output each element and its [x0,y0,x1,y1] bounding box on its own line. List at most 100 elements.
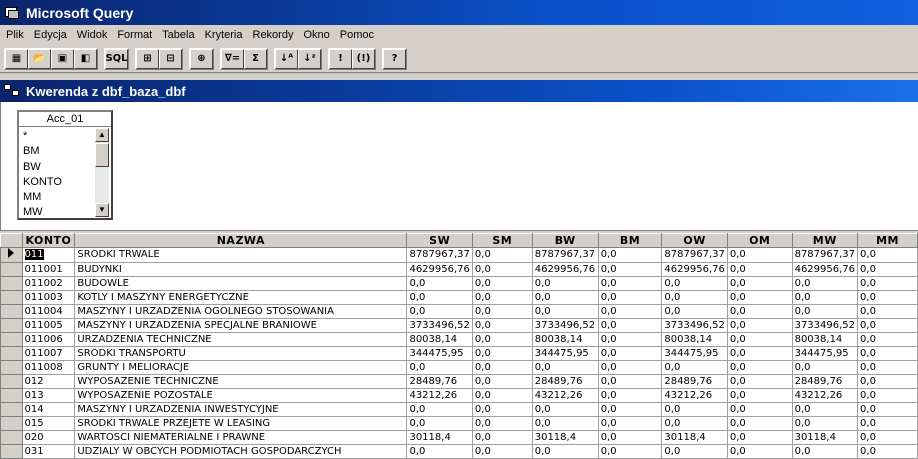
cell-konto[interactable]: 011007 [21,346,76,361]
cell-nazwa[interactable]: UDZIALY W OBCYCH PODMIOTACH GOSPODARCZYC… [74,444,408,459]
cell-mw[interactable]: 344475,95 [791,346,859,361]
row-selector[interactable] [0,262,23,277]
cell-mm[interactable]: 0,0 [857,290,918,305]
cell-mm[interactable]: 0,0 [857,374,918,389]
sql-icon[interactable]: SQL [105,48,128,69]
cell-mm[interactable]: 0,0 [857,360,918,375]
cell-bm[interactable]: 0,0 [597,374,663,389]
return-data-icon[interactable]: ◧ [74,48,97,69]
menu-widok[interactable]: Widok [73,29,114,41]
cell-nazwa[interactable]: URZADZENIA TECHNICZNE [74,332,408,347]
cell-mw[interactable]: 0,0 [791,402,859,417]
auto-query-icon[interactable]: (!) [352,48,375,69]
show-tables-icon[interactable]: ⊞ [136,48,159,69]
cell-bw[interactable]: 8787967,37 [531,247,599,263]
cell-om[interactable]: 0,0 [726,444,793,459]
row-selector[interactable] [0,332,23,347]
cell-konto[interactable]: 013 [21,388,76,403]
cell-sm[interactable]: 0,0 [471,346,533,361]
cell-mm[interactable]: 0,0 [857,247,918,263]
cell-ow[interactable]: 28489,76 [661,374,728,389]
column-header-sm[interactable]: SM [471,233,533,248]
cell-ow[interactable]: 0,0 [661,276,728,291]
cell-ow[interactable]: 0,0 [661,416,728,431]
table-row[interactable]: 011002 BUDOWLE 0,0 0,0 0,0 0,0 0,0 0,0 0,0 0,0 [0,276,918,291]
menu-edycja[interactable]: Edycja [30,29,73,41]
cell-om[interactable]: 0,0 [726,416,793,431]
cell-om[interactable]: 0,0 [726,318,793,333]
cell-nazwa[interactable]: MASZYNY I URZADZENIA OGOLNEGO STOSOWANIA [74,304,408,319]
cell-ow[interactable]: 0,0 [661,360,728,375]
cell-sm[interactable]: 0,0 [471,247,533,263]
cell-mm[interactable]: 0,0 [857,430,918,445]
table-row[interactable]: 015 SRODKI TRWALE PRZEJETE W LEASING 0,0 0,… [0,416,918,431]
column-header-sw[interactable]: SW [406,233,473,248]
row-selector[interactable] [0,430,23,445]
cell-sw[interactable]: 43212,26 [406,388,473,403]
cell-sw[interactable]: 30118,4 [406,430,473,445]
cell-sw[interactable]: 8787967,37 [406,247,473,263]
query-now-icon[interactable]: ! [329,48,352,69]
criteria-equals-icon[interactable]: ∇= [221,48,244,69]
field-item[interactable]: BM [21,144,97,159]
column-header-om[interactable]: OM [726,233,793,248]
cell-bm[interactable]: 0,0 [597,430,663,445]
cell-om[interactable]: 0,0 [726,276,793,291]
cell-ow[interactable]: 30118,4 [661,430,728,445]
cell-konto[interactable]: 011003 [21,290,76,305]
cell-nazwa[interactable]: SRODKI TRWALE PRZEJETE W LEASING [74,416,408,431]
field-item[interactable]: BW [21,160,97,175]
cell-sm[interactable]: 0,0 [471,304,533,319]
cell-bw[interactable]: 30118,4 [531,430,599,445]
cell-sw[interactable]: 3733496,52 [406,318,473,333]
table-row[interactable]: 013 WYPOSAZENIE POZOSTALE 43212,26 0,0 43212… [0,388,918,403]
cell-nazwa[interactable]: BUDOWLE [74,276,408,291]
cell-mw[interactable]: 30118,4 [791,430,859,445]
field-item[interactable]: MW [21,205,97,220]
cell-nazwa[interactable]: MASZYNY I URZADZENIA SPECJALNE BRANIOWE [74,318,408,333]
column-header-bm[interactable]: BM [597,233,663,248]
cell-ow[interactable]: 344475,95 [661,346,728,361]
cell-mm[interactable]: 0,0 [857,402,918,417]
row-selector[interactable] [0,276,23,291]
cell-om[interactable]: 0,0 [726,388,793,403]
cell-mw[interactable]: 0,0 [791,416,859,431]
cell-mw[interactable]: 0,0 [791,444,859,459]
cell-sw[interactable]: 0,0 [406,276,473,291]
scroll-down-icon[interactable]: ▼ [95,203,109,217]
cell-sm[interactable]: 0,0 [471,332,533,347]
sort-desc-icon[interactable]: ↓ᶻ [298,48,321,69]
cell-nazwa[interactable]: SRODKI TRWALE [74,247,408,263]
cell-mm[interactable]: 0,0 [857,304,918,319]
cell-om[interactable]: 0,0 [726,304,793,319]
cell-bw[interactable]: 0,0 [531,276,599,291]
cell-mw[interactable]: 0,0 [791,360,859,375]
cell-konto[interactable]: 011005 [21,318,76,333]
cell-sw[interactable]: 28489,76 [406,374,473,389]
table-row[interactable]: 011007 SRODKI TRANSPORTU 344475,95 0,0 34447… [0,346,918,361]
menu-rekordy[interactable]: Rekordy [249,29,300,41]
cell-konto[interactable]: 014 [21,402,76,417]
cell-bw[interactable]: 0,0 [531,402,599,417]
cell-mw[interactable]: 0,0 [791,290,859,305]
cell-konto[interactable]: 011008 [21,360,76,375]
cell-ow[interactable]: 3733496,52 [661,318,728,333]
cell-bw[interactable]: 28489,76 [531,374,599,389]
cell-bm[interactable]: 0,0 [597,262,663,277]
cell-sw[interactable]: 0,0 [406,360,473,375]
cell-mm[interactable]: 0,0 [857,346,918,361]
cell-mm[interactable]: 0,0 [857,444,918,459]
cell-mw[interactable]: 80038,14 [791,332,859,347]
cell-mm[interactable]: 0,0 [857,332,918,347]
column-header-mm[interactable]: MM [857,233,918,248]
column-header-konto[interactable]: KONTO [21,233,76,248]
table-row[interactable]: 031 UDZIALY W OBCYCH PODMIOTACH GOSPODARC… [0,444,918,459]
row-selector[interactable] [0,290,23,305]
menu-format[interactable]: Format [113,29,158,41]
cell-bm[interactable]: 0,0 [597,318,663,333]
cell-mw[interactable]: 0,0 [791,276,859,291]
table-row[interactable]: 011004 MASZYNY I URZADZENIA OGOLNEGO STOS… [0,304,918,319]
cell-konto[interactable]: 031 [21,444,76,459]
column-header-nazwa[interactable]: NAZWA [74,233,408,248]
cell-mm[interactable]: 0,0 [857,388,918,403]
